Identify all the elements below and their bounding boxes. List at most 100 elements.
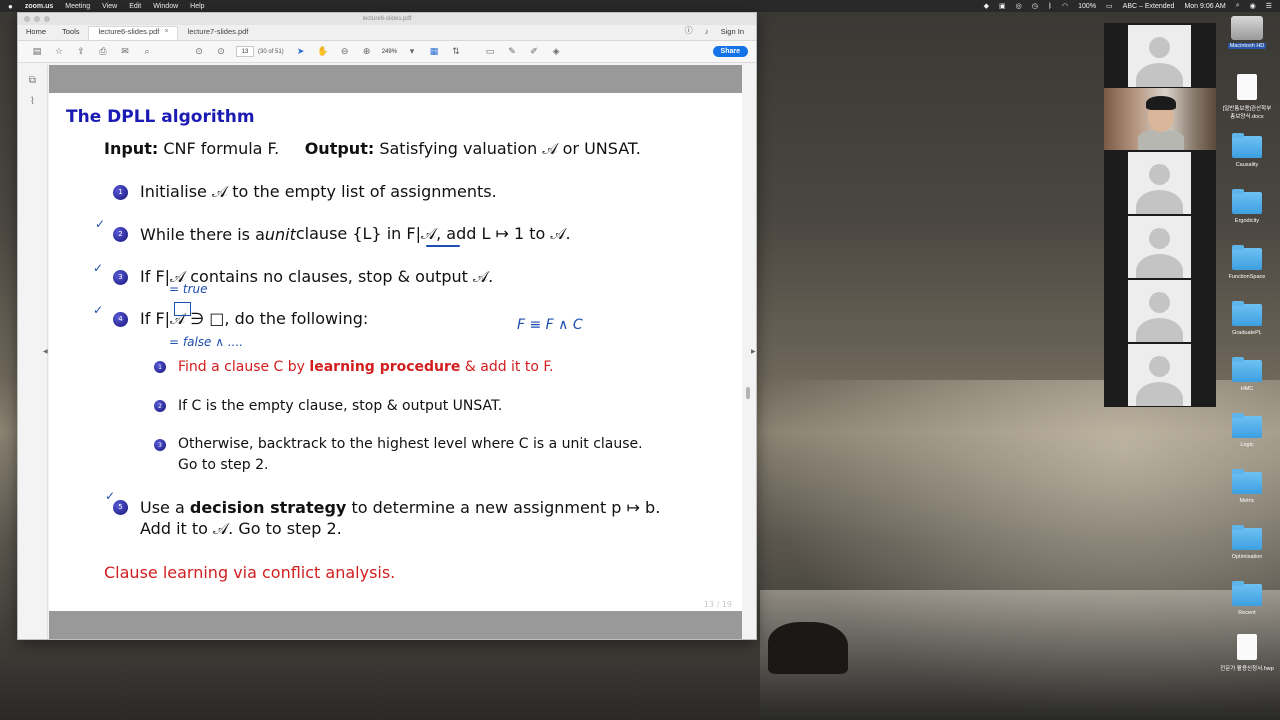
sign-in-button[interactable]: Sign In — [715, 27, 756, 40]
hard-drive-icon — [1231, 16, 1263, 40]
tab-lecture6[interactable]: lecture6-slides.pdf × — [87, 26, 178, 40]
screen-icon[interactable]: ▣ — [999, 2, 1006, 10]
zoom-out-icon[interactable]: ⊖ — [334, 46, 356, 57]
participant-tile[interactable] — [1128, 152, 1191, 214]
underline-annotation — [426, 245, 460, 247]
zoom-window-button[interactable] — [44, 16, 50, 22]
step-bullet: 4 — [113, 311, 128, 327]
apple-icon[interactable]: ● — [8, 2, 13, 11]
minimize-window-button[interactable] — [34, 16, 40, 22]
comment-icon[interactable]: ▭ — [479, 46, 501, 57]
clock-status-icon[interactable]: ◷ — [1032, 2, 1038, 10]
avatar-icon — [1149, 228, 1170, 249]
share-button[interactable]: Share — [712, 46, 748, 57]
sync-icon[interactable]: ◎ — [1016, 2, 1022, 10]
window-title: lecture6-slides.pdf — [362, 16, 412, 22]
desktop-icon-optimisation[interactable]: Optimisation — [1220, 525, 1274, 560]
avatar-icon — [1149, 292, 1170, 313]
control-center-icon[interactable]: ☰ — [1266, 2, 1272, 10]
menu-meeting[interactable]: Meeting — [65, 3, 90, 10]
highlight-pen-icon[interactable]: ✎ — [501, 46, 523, 57]
step-bullet: 2 — [113, 226, 128, 242]
app-menu[interactable]: zoom.us — [25, 3, 53, 10]
menu-help[interactable]: Help — [190, 3, 204, 10]
fit-page-icon[interactable]: ▦ — [423, 46, 445, 57]
battery-icon[interactable]: ▭ — [1106, 2, 1113, 10]
hand-tool-icon[interactable]: ✋ — [312, 46, 334, 57]
desktop-icon-label: 전문가 활용신청서.hwp — [1220, 666, 1274, 672]
battery-text[interactable]: 100% — [1078, 3, 1096, 10]
participant-tile[interactable] — [1128, 216, 1191, 278]
menu-edit[interactable]: Edit — [129, 3, 141, 10]
tab-lecture7[interactable]: lecture7-slides.pdf — [178, 26, 268, 40]
wifi-icon[interactable]: ◠ — [1062, 2, 1068, 10]
desktop-icon-macintosh-hd[interactable]: Macintosh HD — [1220, 16, 1274, 49]
folder-icon — [1232, 413, 1262, 438]
bluetooth-icon[interactable]: ᛒ — [1048, 3, 1052, 10]
step-text-post: to determine a new assignment p ↦ b. — [346, 498, 661, 517]
zoom-level[interactable]: 249% — [382, 49, 397, 55]
desktop-icon-hwp[interactable]: 전문가 활용신청서.hwp — [1220, 634, 1274, 672]
nav-home[interactable]: Home — [18, 27, 54, 40]
folder-icon — [1232, 245, 1262, 270]
draw-icon[interactable]: ✐ — [523, 46, 545, 57]
notification-bell-icon[interactable]: ♪ — [699, 27, 715, 40]
desktop-icon-ergodicity[interactable]: Ergodicity — [1220, 189, 1274, 224]
participant-tile[interactable] — [1128, 344, 1191, 406]
step-2: 2 While there is a unit clause {L} in F|… — [113, 224, 571, 244]
desktop-icon-docx[interactable]: [일반통보용]관산학부 총보양식.docx — [1220, 74, 1274, 120]
menu-window[interactable]: Window — [153, 3, 178, 10]
spotlight-icon[interactable]: ⌕ — [1236, 2, 1240, 10]
close-window-button[interactable] — [24, 16, 30, 22]
siri-icon[interactable]: ◉ — [1250, 2, 1256, 10]
desktop-icon-metric[interactable]: Metric — [1220, 469, 1274, 504]
help-icon[interactable]: ⓘ — [679, 25, 699, 40]
attachments-icon[interactable]: ⌇ — [18, 96, 47, 107]
desktop-icon-label: Recent — [1238, 610, 1256, 616]
print-icon[interactable]: ⎙ — [92, 46, 114, 57]
collapse-right-icon[interactable]: ▶ — [751, 348, 756, 355]
zoom-in-icon[interactable]: ⊕ — [356, 46, 378, 57]
desktop-icon-hmc[interactable]: HMC — [1220, 357, 1274, 392]
true-annotation: = true — [169, 282, 208, 296]
upload-icon[interactable]: ⇪ — [70, 46, 92, 57]
desktop-icon-functionspace[interactable]: FunctionSpace — [1220, 245, 1274, 280]
stamp-icon[interactable]: ◈ — [545, 46, 567, 57]
desktop-icon-causality[interactable]: Causality — [1220, 133, 1274, 168]
email-icon[interactable]: ✉ — [114, 46, 136, 57]
page-number-input[interactable]: 13 — [236, 46, 254, 57]
desktop-icon-graduatepl[interactable]: GraduatePL — [1220, 301, 1274, 336]
prev-page-icon[interactable]: ⊙ — [188, 46, 210, 57]
desktop-icon-label: HMC — [1240, 386, 1254, 392]
input-source[interactable]: ABC – Extended — [1123, 3, 1175, 10]
pages-panel-icon[interactable]: ⧉ — [18, 75, 47, 86]
bookmark-star-icon[interactable]: ☆ — [48, 46, 70, 57]
slide-page-number: 13 / 19 — [703, 600, 732, 609]
save-icon[interactable]: ▤ — [26, 46, 48, 57]
desktop-icon-recent[interactable]: Recent — [1220, 581, 1274, 616]
step-bullet: 3 — [113, 269, 128, 285]
collapse-left-icon[interactable]: ◀ — [43, 348, 48, 355]
participant-video-tile[interactable] — [1104, 88, 1216, 150]
next-page-icon[interactable]: ⊙ — [210, 46, 232, 57]
search-icon[interactable]: ⌕ — [136, 46, 158, 57]
clock[interactable]: Mon 9:06 AM — [1184, 3, 1225, 10]
substep-bullet: 1 — [154, 361, 166, 373]
scrollbar-thumb[interactable] — [746, 387, 750, 399]
close-tab-icon[interactable]: × — [164, 28, 168, 35]
nav-tools[interactable]: Tools — [54, 27, 88, 40]
avatar-icon — [1149, 164, 1170, 185]
substep-text-line2: Go to step 2. — [178, 457, 269, 473]
participant-tile[interactable] — [1128, 25, 1191, 87]
participant-tile[interactable] — [1128, 280, 1191, 342]
input-label: Input: — [104, 139, 159, 158]
desktop-icon-logic[interactable]: Logic — [1220, 413, 1274, 448]
step-1: 1 Initialise 𝒜 to the empty list of assi… — [113, 182, 497, 202]
select-cursor-icon[interactable]: ➤ — [290, 46, 312, 57]
scroll-mode-icon[interactable]: ⇅ — [445, 46, 467, 57]
menu-view[interactable]: View — [102, 3, 117, 10]
output-text: Satisfying valuation 𝒜 or UNSAT. — [379, 139, 641, 158]
zoom-dropdown-icon[interactable]: ▾ — [401, 46, 423, 57]
dropbox-icon[interactable]: ◆ — [984, 2, 989, 10]
checkmark-annotation: ✓ — [95, 217, 106, 231]
